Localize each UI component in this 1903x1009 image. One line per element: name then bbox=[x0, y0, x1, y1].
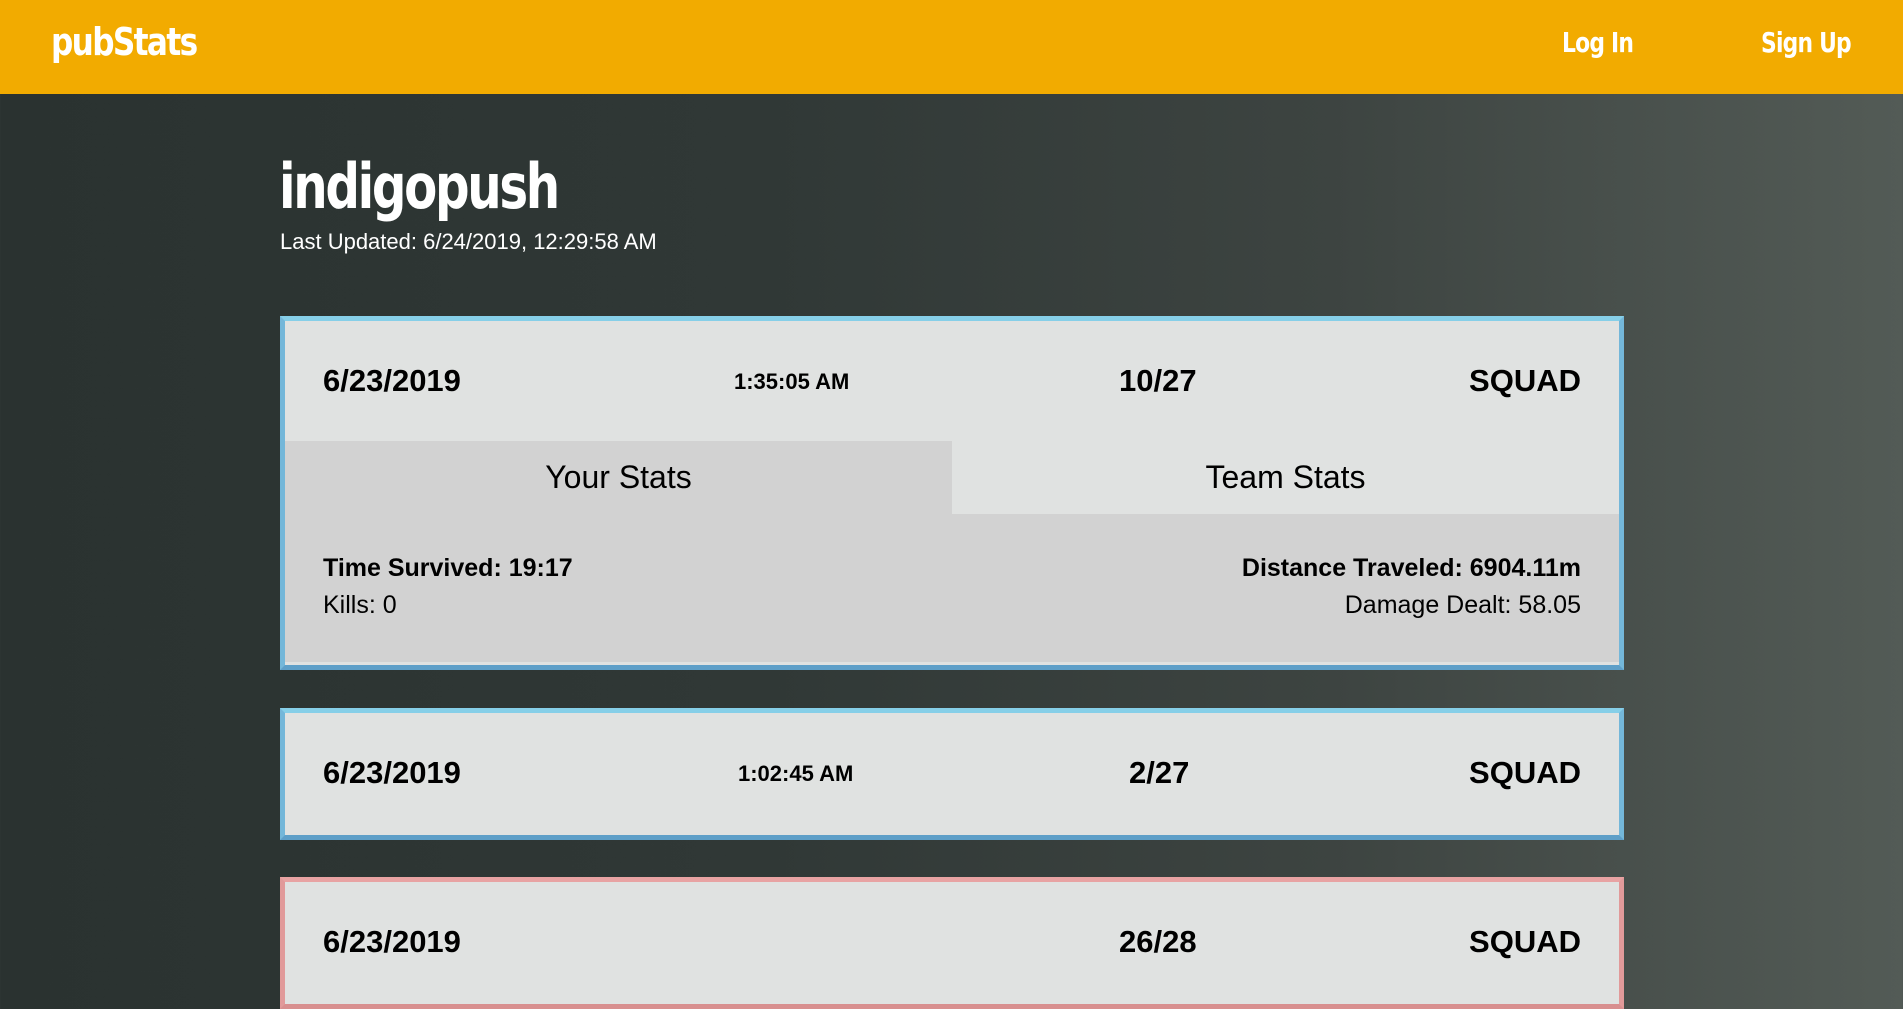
stat-distance: Distance Traveled: 6904.11m bbox=[1241, 554, 1581, 582]
match-placement: 10/27 bbox=[1119, 363, 1197, 398]
stats-tabs: Your Stats Team Stats bbox=[285, 441, 1619, 514]
stat-damage: Damage Dealt: 58.05 bbox=[1344, 591, 1581, 619]
stat-kills: Kills: 0 bbox=[323, 591, 397, 619]
tab-team-stats[interactable]: Team Stats bbox=[952, 441, 1619, 514]
match-header[interactable]: 6/23/2019 1:35:05 AM 10/27 SQUAD bbox=[285, 321, 1619, 441]
match-card[interactable]: 6/23/2019 26/28 SQUAD bbox=[280, 877, 1624, 1009]
tab-your-stats[interactable]: Your Stats bbox=[285, 441, 952, 514]
match-date: 6/23/2019 bbox=[323, 924, 461, 959]
stats-panel: Time Survived: 19:17 Kills: 0 Distance T… bbox=[285, 514, 1619, 662]
match-header[interactable]: 6/23/2019 1:02:45 AM 2/27 SQUAD bbox=[285, 713, 1619, 835]
match-time: 1:02:45 AM bbox=[738, 761, 854, 786]
stat-time-survived: Time Survived: 19:17 bbox=[323, 554, 573, 582]
match-date: 6/23/2019 bbox=[323, 363, 461, 398]
match-mode: SQUAD bbox=[1469, 755, 1581, 790]
match-header[interactable]: 6/23/2019 26/28 SQUAD bbox=[285, 882, 1619, 1004]
signup-link[interactable]: Sign Up bbox=[1761, 26, 1852, 59]
brand-logo[interactable]: pubStats bbox=[51, 20, 198, 64]
match-mode: SQUAD bbox=[1469, 924, 1581, 959]
match-placement: 2/27 bbox=[1129, 755, 1190, 790]
login-link[interactable]: Log In bbox=[1562, 26, 1634, 59]
match-mode: SQUAD bbox=[1469, 363, 1581, 398]
match-placement: 26/28 bbox=[1119, 924, 1197, 959]
match-card[interactable]: 6/23/2019 1:02:45 AM 2/27 SQUAD bbox=[280, 708, 1624, 840]
match-card[interactable]: 6/23/2019 1:35:05 AM 10/27 SQUAD Your St… bbox=[280, 316, 1624, 670]
match-date: 6/23/2019 bbox=[323, 755, 461, 790]
match-time: 1:35:05 AM bbox=[734, 369, 850, 394]
player-name: indigopush bbox=[279, 150, 560, 223]
top-navbar: pubStats Log In Sign Up bbox=[0, 0, 1903, 94]
last-updated: Last Updated: 6/24/2019, 12:29:58 AM bbox=[280, 229, 657, 254]
